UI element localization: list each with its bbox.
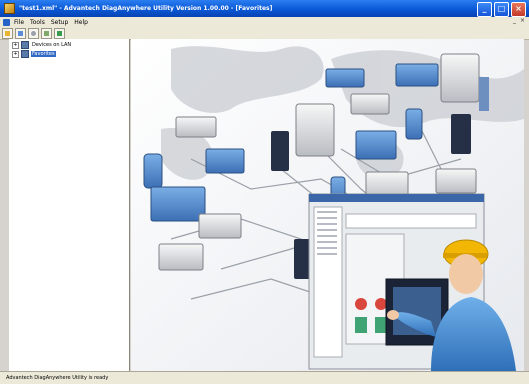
mdi-controls: _ × bbox=[513, 17, 525, 24]
connect-button[interactable] bbox=[15, 27, 26, 39]
expand-icon[interactable]: + bbox=[12, 41, 19, 49]
refresh-icon bbox=[44, 30, 49, 36]
network-icon bbox=[21, 41, 29, 49]
search-button[interactable] bbox=[28, 27, 39, 39]
main-view bbox=[131, 39, 524, 371]
tree-item-label: Favorites bbox=[31, 51, 56, 57]
mdi-close-button[interactable]: × bbox=[520, 17, 525, 24]
status-text: Advantech DiagAnywhere Utility is ready bbox=[6, 375, 109, 381]
device-tree[interactable]: + Devices on LAN + Favorites bbox=[9, 39, 130, 371]
minimize-button[interactable]: _ bbox=[477, 2, 492, 17]
title-bar[interactable]: "test1.xml" - Advantech DiagAnywhere Uti… bbox=[0, 0, 529, 17]
window-controls: _ □ × bbox=[477, 2, 526, 17]
connect-icon bbox=[18, 30, 23, 36]
exit-button[interactable] bbox=[54, 27, 65, 39]
menu-setup[interactable]: Setup bbox=[48, 19, 71, 26]
window-title: "test1.xml" - Advantech DiagAnywhere Uti… bbox=[19, 5, 273, 12]
refresh-button[interactable] bbox=[41, 27, 52, 39]
status-bar: Advantech DiagAnywhere Utility is ready bbox=[0, 371, 529, 384]
open-icon bbox=[5, 30, 10, 36]
splash-illustration bbox=[131, 39, 524, 371]
menu-tools[interactable]: Tools bbox=[27, 19, 48, 26]
menu-file[interactable]: File bbox=[11, 19, 27, 26]
expand-icon[interactable]: + bbox=[12, 50, 19, 58]
menu-help[interactable]: Help bbox=[71, 19, 91, 26]
favorites-icon bbox=[21, 50, 29, 58]
app-icon bbox=[4, 3, 15, 14]
tree-item-favorites[interactable]: + Favorites bbox=[12, 50, 56, 58]
open-button[interactable] bbox=[2, 27, 13, 39]
search-icon bbox=[31, 30, 36, 36]
exit-icon bbox=[57, 30, 62, 36]
tree-item-devices-on-lan[interactable]: + Devices on LAN bbox=[12, 41, 72, 49]
close-button[interactable]: × bbox=[511, 2, 526, 17]
mdi-minimize-button[interactable]: _ bbox=[513, 17, 516, 24]
tree-item-label: Devices on LAN bbox=[32, 42, 72, 48]
maximize-button[interactable]: □ bbox=[494, 2, 509, 17]
mdi-child-icon[interactable] bbox=[3, 18, 10, 26]
